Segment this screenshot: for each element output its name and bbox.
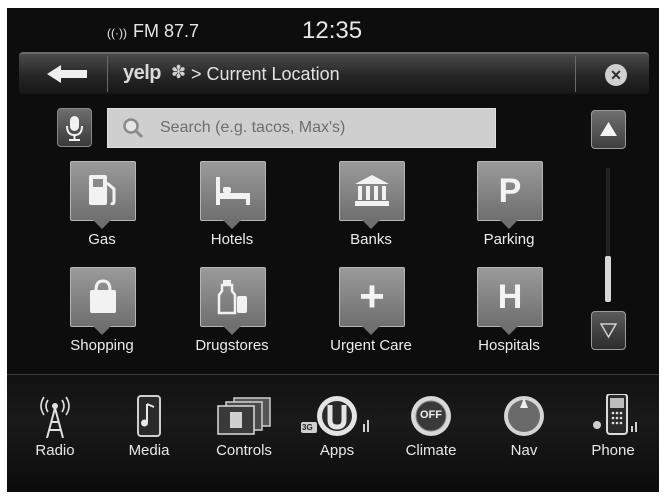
bank-icon bbox=[355, 175, 389, 206]
tile-pointer bbox=[222, 219, 242, 229]
category-gas[interactable]: Gas bbox=[52, 161, 152, 267]
header-divider bbox=[107, 56, 108, 92]
dock-climate[interactable]: OFF Climate bbox=[385, 388, 477, 478]
bed-icon bbox=[216, 177, 250, 205]
media-player-icon bbox=[137, 395, 161, 437]
category-urgent-care[interactable]: + Urgent Care bbox=[321, 267, 421, 373]
category-label: Drugstores bbox=[195, 337, 269, 354]
search-box[interactable] bbox=[107, 108, 496, 148]
uconnect-screen: ((·)) FM 87.7 12:35 yelp ✽ > Current Loca… bbox=[7, 8, 659, 492]
tile-box: + bbox=[339, 267, 405, 327]
voice-search-button[interactable] bbox=[57, 108, 92, 147]
radio-status: ((·)) FM 87.7 bbox=[107, 21, 199, 42]
tile-pointer bbox=[361, 325, 381, 335]
scroll-down-button[interactable] bbox=[591, 311, 626, 350]
tile-box: P bbox=[477, 161, 543, 221]
tile-pointer bbox=[92, 219, 112, 229]
category-hospitals[interactable]: H Hospitals bbox=[459, 267, 559, 373]
category-label: Banks bbox=[350, 231, 392, 248]
bottles-icon bbox=[217, 280, 247, 315]
back-button[interactable] bbox=[43, 61, 91, 87]
radio-tower-icon bbox=[40, 396, 70, 438]
category-label: Urgent Care bbox=[330, 337, 412, 354]
category-label: Hotels bbox=[210, 231, 254, 248]
dock-label: Climate bbox=[405, 442, 457, 459]
yelp-burst-icon: ✽ bbox=[171, 62, 187, 82]
breadcrumb: > Current Location bbox=[191, 64, 340, 84]
dock-label: Apps bbox=[319, 442, 355, 459]
controls-icon bbox=[217, 397, 271, 435]
dock-media[interactable]: Media bbox=[103, 388, 195, 478]
dock-controls[interactable]: Controls bbox=[198, 388, 290, 478]
tile-pointer bbox=[499, 325, 519, 335]
category-label: Hospitals bbox=[478, 337, 540, 354]
dock-nav[interactable]: Nav bbox=[478, 388, 570, 478]
parking-icon: P bbox=[498, 172, 522, 210]
tile-box bbox=[70, 267, 136, 327]
radio-frequency: FM 87.7 bbox=[132, 21, 200, 41]
search-icon bbox=[123, 118, 144, 139]
status-bar: ((·)) FM 87.7 12:35 bbox=[7, 8, 659, 48]
broadcast-icon: ((·)) bbox=[107, 26, 127, 40]
scroll-up-button[interactable] bbox=[591, 110, 626, 149]
microphone-icon bbox=[66, 116, 83, 141]
header-bar: yelp ✽ > Current Location ✕ bbox=[19, 52, 649, 94]
yelp-logo: yelp bbox=[123, 62, 162, 84]
dock-label: Radio bbox=[35, 442, 75, 459]
category-drugstores[interactable]: Drugstores bbox=[182, 267, 282, 373]
compass-icon bbox=[504, 396, 544, 436]
bottom-dock: Radio Media Controls 3G Apps OFF Climate… bbox=[7, 374, 659, 492]
tile-box bbox=[339, 161, 405, 221]
category-hotels[interactable]: Hotels bbox=[182, 161, 282, 267]
phone-icon bbox=[593, 394, 637, 435]
category-label: Parking bbox=[483, 231, 535, 248]
tile-box bbox=[200, 161, 266, 221]
gas-pump-icon bbox=[89, 175, 116, 206]
back-arrow-icon bbox=[47, 65, 87, 83]
medical-cross-icon: + bbox=[359, 272, 385, 321]
dock-label: Nav bbox=[510, 442, 538, 459]
tile-pointer bbox=[92, 325, 112, 335]
dock-label: Controls bbox=[216, 442, 272, 459]
category-label: Gas bbox=[88, 231, 116, 248]
dock-divider bbox=[7, 374, 659, 375]
hospital-icon: H bbox=[497, 278, 523, 316]
close-button[interactable]: ✕ bbox=[605, 64, 627, 86]
triangle-down-icon bbox=[599, 323, 618, 339]
triangle-up-icon bbox=[600, 122, 617, 136]
category-parking[interactable]: P Parking bbox=[459, 161, 559, 267]
tile-pointer bbox=[361, 219, 381, 229]
tile-box: H bbox=[477, 267, 543, 327]
search-input[interactable] bbox=[160, 117, 480, 139]
category-banks[interactable]: Banks bbox=[321, 161, 421, 267]
header-divider bbox=[575, 56, 576, 92]
tile-box bbox=[70, 161, 136, 221]
clock: 12:35 bbox=[302, 17, 363, 44]
network-badge: 3G bbox=[302, 423, 313, 432]
dock-radio[interactable]: Radio bbox=[9, 388, 101, 478]
close-icon: ✕ bbox=[610, 67, 622, 83]
tile-pointer bbox=[499, 219, 519, 229]
category-label: Shopping bbox=[70, 337, 134, 354]
shopping-bag-icon bbox=[90, 279, 116, 313]
dock-phone[interactable]: Phone bbox=[567, 388, 659, 478]
dock-label: Media bbox=[128, 442, 170, 459]
climate-knob-label: OFF bbox=[420, 409, 442, 421]
scroll-thumb[interactable] bbox=[605, 256, 611, 302]
category-shopping[interactable]: Shopping bbox=[52, 267, 152, 373]
dock-apps[interactable]: 3G Apps bbox=[291, 388, 383, 478]
tile-box bbox=[200, 267, 266, 327]
dock-label: Phone bbox=[591, 442, 635, 459]
tile-pointer bbox=[222, 325, 242, 335]
